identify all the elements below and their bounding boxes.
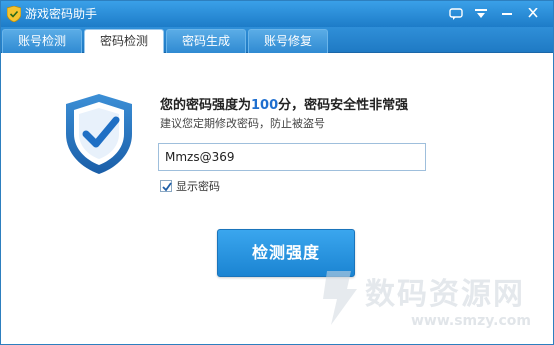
show-password-toggle[interactable]: 显示密码 <box>160 179 220 193</box>
tab-bar: 账号检测 密码检测 密码生成 账号修复 <box>1 27 553 54</box>
title-bar[interactable]: 游戏密码助手 <box>1 1 553 27</box>
tab-account-repair[interactable]: 账号修复 <box>248 29 328 53</box>
tab-password-check[interactable]: 密码检测 <box>84 29 164 54</box>
tab-password-generate[interactable]: 密码生成 <box>166 29 246 53</box>
watermark-logo-icon <box>323 271 357 325</box>
security-advice: 建议您定期修改密码，防止被盗号 <box>160 117 325 130</box>
show-password-label: 显示密码 <box>176 180 220 193</box>
password-input[interactable] <box>158 143 426 171</box>
strength-heading: 您的密码强度为100分，密码安全性非常强 <box>160 94 408 113</box>
menu-icon[interactable] <box>469 4 493 22</box>
main-panel: 您的密码强度为100分，密码安全性非常强 建议您定期修改密码，防止被盗号 显示密… <box>1 53 553 344</box>
feedback-icon[interactable] <box>444 4 468 22</box>
watermark-text: 数码资源网 <box>365 277 525 312</box>
app-window: 游戏密码助手 账号检测 密码检测 密码生成 账号修复 您的密码强度为100分，密… <box>0 0 554 345</box>
strength-score: 100 <box>251 98 279 113</box>
show-password-checkbox[interactable] <box>160 180 172 192</box>
tab-account-check[interactable]: 账号检测 <box>2 29 82 53</box>
shield-check-icon <box>64 92 134 176</box>
watermark-url: www.smzy.com <box>411 313 531 329</box>
watermark: 数码资源网 www.smzy.com <box>317 263 547 337</box>
heading-suffix: 分，密码安全性非常强 <box>278 98 409 113</box>
window-title: 游戏密码助手 <box>25 7 98 21</box>
close-icon[interactable] <box>521 4 545 22</box>
heading-prefix: 您的密码强度为 <box>160 98 252 113</box>
shield-icon <box>6 5 22 23</box>
minimize-icon[interactable] <box>495 4 519 22</box>
